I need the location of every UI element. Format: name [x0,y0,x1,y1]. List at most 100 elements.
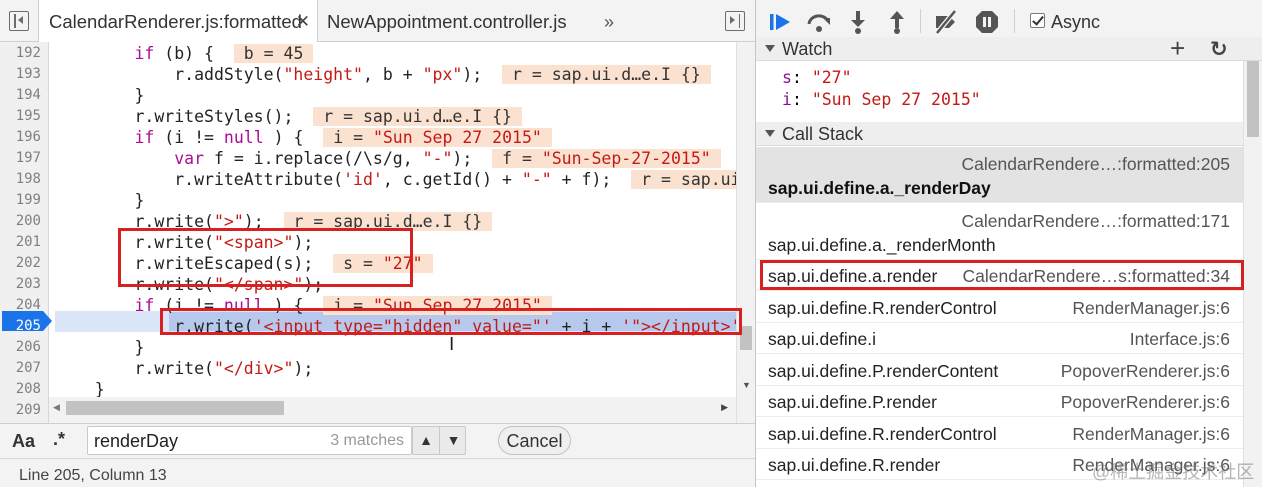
more-tabs-icon[interactable]: » [604,0,614,42]
inline-value: "Sun-Sep-27-2015" [541,149,721,168]
add-watch-expression-icon[interactable]: + [1170,33,1185,64]
call-stack-frame[interactable]: sap.ui.define.R.renderControl RenderManag… [756,292,1244,323]
match-case-button[interactable]: Aa [12,431,35,452]
line-number[interactable]: 199 [0,192,41,208]
toggle-debugger-icon[interactable] [725,11,745,31]
line-number[interactable]: 204 [0,297,41,313]
next-match-button[interactable]: ▼ [440,427,467,454]
line-number[interactable]: 195 [0,108,41,124]
line-number[interactable]: 198 [0,171,41,187]
watch-value: "27" [811,68,852,87]
frame-location-link[interactable]: PopoverRenderer.js:6 [1061,361,1230,382]
frame-function-name: sap.ui.define.P.render [768,392,937,412]
async-checkbox[interactable] [1030,13,1045,28]
editor-tab-bar: CalendarRenderer.js:formatted ✕ NewAppoi… [0,0,755,43]
close-tab-icon[interactable]: ✕ [296,0,310,44]
line-number[interactable]: 206 [0,339,41,355]
scroll-thumb[interactable] [1247,61,1259,137]
scroll-right-icon[interactable]: ▶ [721,402,728,413]
collapse-arrow-icon [765,130,775,137]
frame-location-link[interactable]: Interface.js:6 [1130,329,1230,350]
watch-title: Watch [782,39,833,59]
refresh-watch-icon[interactable]: ↻ [1210,37,1228,62]
inline-value: r = sap.ui.d…e.I {} [313,107,522,126]
frame-location-link[interactable]: RenderManager.js:6 [1072,298,1230,319]
watch-item[interactable]: i: "Sun Sep 27 2015" [782,90,981,109]
line-number[interactable]: 202 [0,255,41,271]
call-stack-section-header[interactable]: Call Stack [756,122,1262,146]
line-number[interactable]: 208 [0,381,41,397]
tab-new-appointment-controller[interactable]: NewAppointment.controller.js [327,0,567,42]
watch-separator: : [791,68,812,87]
code-token: ); [452,149,493,168]
regex-button[interactable]: .* [53,429,65,450]
code-token: ) { [263,128,324,147]
debugger-sidebar: Async Watch + ↻ s: "27" i: "Sun Sep 27 20… [756,0,1262,487]
frame-function-name: sap.ui.define.R.renderControl [768,423,997,444]
line-number[interactable]: 205 [0,318,41,334]
line-number[interactable]: 193 [0,66,41,82]
inline-value: i = [323,128,373,147]
call-stack-frame[interactable]: sap.ui.define.R.renderControl RenderManag… [756,418,1244,449]
deactivate-breakpoints-icon[interactable] [933,9,959,35]
editor-horizontal-scrollbar[interactable]: ◀ ▶ [49,397,736,423]
call-stack-frame[interactable]: sap.ui.define.P.renderContent PopoverRend… [756,355,1244,386]
line-number[interactable]: 201 [0,234,41,250]
line-number[interactable]: 196 [0,129,41,145]
step-out-icon[interactable] [884,9,910,35]
step-over-icon[interactable] [806,9,832,35]
toggle-navigator-icon[interactable] [9,11,29,31]
watch-value: "Sun Sep 27 2015" [811,90,981,109]
line-number[interactable]: 203 [0,276,41,292]
call-stack-frame[interactable]: sap.ui.define.P.render PopoverRenderer.js… [756,386,1244,417]
line-number[interactable]: 197 [0,150,41,166]
async-label: Async [1051,12,1101,32]
line-number-gutter[interactable]: 192 193 194 195 196 197 198 199 200 201 202 203 204 2… [0,42,52,423]
code-token: } [55,338,145,357]
code-line: r.addStyle("height", b + "px"); r = sap.… [55,64,711,85]
call-stack-frame[interactable]: sap.ui.define.a._renderDay CalendarRender… [756,147,1244,203]
cancel-search-button[interactable]: Cancel [498,426,571,455]
code-line: r.writeStyles(); r = sap.ui.d…e.I {} [55,106,522,127]
watch-item[interactable]: s: "27" [782,68,852,87]
code-token: if [134,296,155,315]
line-number[interactable]: 209 [0,402,41,418]
code-line: r.writeAttribute('id', c.getId() + "-" +… [55,169,736,190]
scroll-down-icon[interactable]: ▼ [742,380,751,390]
code-token: null [223,128,264,147]
watch-name: i [782,90,792,109]
watch-section-header[interactable]: Watch + ↻ [756,33,1262,63]
editor-status-bar: Line 205, Column 13 [0,458,755,487]
match-count: 3 matches [330,432,404,449]
call-stack-frame[interactable]: sap.ui.define.i Interface.js:6 [756,323,1244,354]
line-number[interactable]: 192 [0,45,41,61]
code-token: 'id' [343,170,383,189]
resume-icon[interactable] [768,9,794,35]
scroll-left-icon[interactable]: ◀ [53,402,60,413]
search-input[interactable]: renderDay 3 matches [87,426,412,455]
line-number[interactable]: 194 [0,87,41,103]
frame-location-link[interactable]: PopoverRenderer.js:6 [1061,392,1230,413]
pause-on-exceptions-icon[interactable] [974,9,1000,35]
frame-location-link[interactable]: CalendarRendere…:formatted:205 [962,154,1231,175]
code-token: "</div>" [213,359,294,378]
frame-location-link[interactable]: RenderManager.js:6 [1072,424,1230,445]
toolbar-separator [920,9,921,33]
sidebar-vertical-scrollbar[interactable] [1243,61,1262,487]
frame-location-link[interactable]: CalendarRendere…:formatted:171 [962,211,1231,232]
frame-function-name: sap.ui.define.R.render [768,455,941,475]
scroll-thumb[interactable] [66,401,284,415]
call-stack-frame[interactable]: sap.ui.define.a._renderMonth CalendarRend… [756,204,1244,260]
code-token: "px" [422,65,463,84]
tab-calendar-renderer[interactable]: CalendarRenderer.js:formatted ✕ [38,0,318,43]
collapse-arrow-icon [765,45,775,52]
highlight-box-span-lines [118,228,413,287]
editor-vertical-scrollbar[interactable]: ▼ [736,42,755,423]
line-number[interactable]: 207 [0,360,41,376]
code-token: f = i.replace(/\s/g, [204,149,423,168]
step-into-icon[interactable] [845,9,871,35]
code-line: if (i != null ) { i = "Sun Sep 27 2015" [55,127,552,148]
previous-match-button[interactable]: ▲ [413,427,440,454]
line-number[interactable]: 200 [0,213,41,229]
